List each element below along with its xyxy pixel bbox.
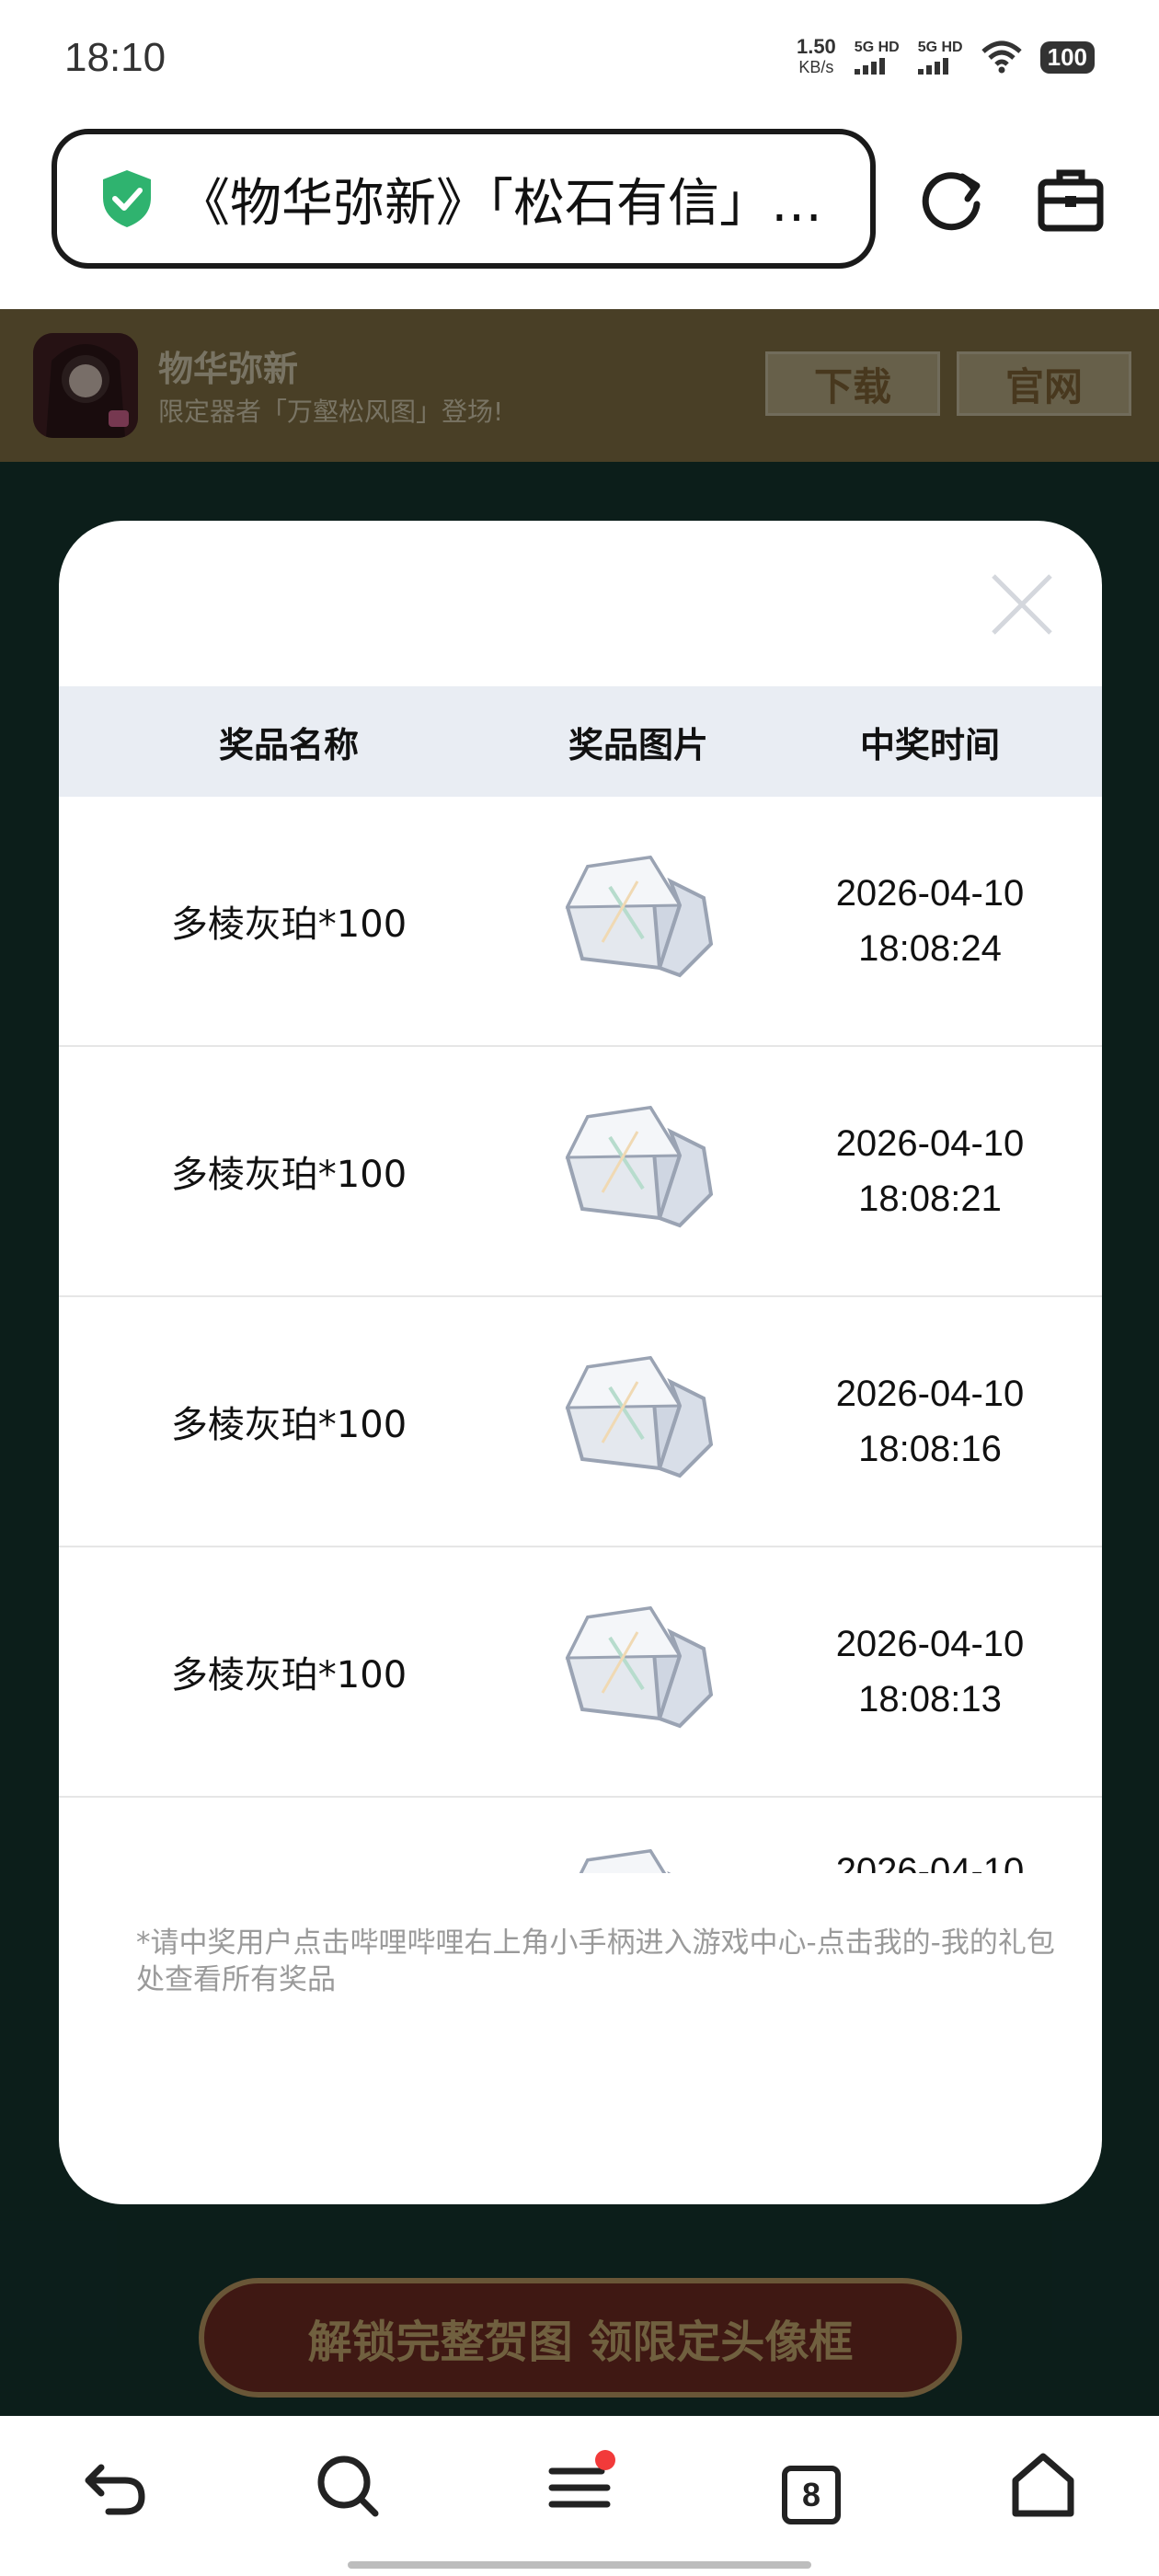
signal-icon-2: 5G HD (917, 40, 963, 75)
status-time: 18:10 (64, 35, 166, 80)
close-icon[interactable] (988, 570, 1056, 638)
net-speed: 1.50 KB/s (796, 35, 836, 77)
search-icon[interactable] (311, 2449, 384, 2523)
page-title: 《物华弥新》「松石有信」… (178, 173, 822, 234)
win-time: 18:08:16 (858, 1429, 1002, 1469)
table-row: 多棱灰珀*100 2026-04-10 18:08:13 (59, 1547, 1102, 1798)
reload-icon[interactable] (916, 164, 990, 237)
prize-name: 多棱灰珀*100 (170, 1154, 407, 1196)
crystal-prize-icon (565, 855, 714, 978)
status-icons: 1.50 KB/s 5G HD 5G HD 100 (797, 37, 1095, 77)
signal-icon: 5G HD (854, 40, 900, 75)
tabs-icon[interactable]: 8 (782, 2466, 841, 2524)
header-prize-name: 奖品名称 (218, 724, 359, 765)
crystal-prize-icon (565, 1605, 714, 1729)
prize-record-modal: 奖品名称 奖品图片 中奖时间 多棱灰珀*100 2026-04-10 18:08:… (59, 521, 1102, 2204)
win-time: 18:08:24 (858, 928, 1002, 969)
prize-table-body[interactable]: 多棱灰珀*100 2026-04-10 18:08:24 多棱灰珀*100 202… (59, 797, 1102, 1873)
toolbox-icon[interactable] (1034, 164, 1107, 237)
wifi-icon (981, 40, 1022, 74)
prize-footnote: *请中奖用户点击哔哩哔哩右上角小手柄进入游戏中心-点击我的-我的礼包处查看所有奖… (136, 1926, 1055, 1996)
table-header: 奖品名称 奖品图片 中奖时间 (59, 686, 1102, 797)
prize-name: 多棱灰珀*100 (170, 1654, 407, 1696)
crystal-prize-icon (565, 1355, 714, 1478)
table-row: 多棱灰珀*100 2026-04-10 18:08:24 (59, 797, 1102, 1047)
win-date: 2026-04-10 (835, 1374, 1025, 1414)
win-date: 2026-04-10 (835, 1851, 1025, 1873)
prize-name: 多棱灰珀*100 (170, 1404, 407, 1446)
header-prize-image: 奖品图片 (568, 724, 708, 765)
table-row: 多棱灰珀*100 2026-04-10 18:08:16 (59, 1297, 1102, 1547)
battery-icon: 100 (1039, 40, 1095, 74)
home-icon[interactable] (1006, 2449, 1080, 2523)
header-win-time: 中奖时间 (859, 724, 1000, 765)
win-time: 18:08:13 (858, 1679, 1002, 1719)
home-indicator (348, 2561, 811, 2569)
win-time: 18:08:21 (858, 1179, 1002, 1219)
crystal-prize-icon (565, 1105, 714, 1228)
notification-badge (595, 2450, 615, 2470)
win-date: 2026-04-10 (835, 1624, 1025, 1664)
prize-name: 多棱灰珀*100 (170, 903, 407, 946)
win-date: 2026-04-10 (835, 1123, 1025, 1164)
menu-icon[interactable] (543, 2449, 616, 2523)
table-row: 多棱灰珀*100 2026-04-10 18:08:21 (59, 1047, 1102, 1297)
win-date: 2026-04-10 (835, 873, 1025, 914)
table-row: 2026-04-10 (59, 1798, 1102, 1873)
browser-bottom-nav (0, 2416, 1159, 2576)
crystal-prize-icon (579, 1848, 671, 1873)
address-bar[interactable]: 《物华弥新》「松石有信」… (52, 129, 876, 269)
back-icon[interactable] (79, 2449, 153, 2523)
status-bar: 18:10 1.50 KB/s 5G HD 5G HD 100 (0, 0, 1159, 120)
shield-check-icon (103, 170, 151, 227)
